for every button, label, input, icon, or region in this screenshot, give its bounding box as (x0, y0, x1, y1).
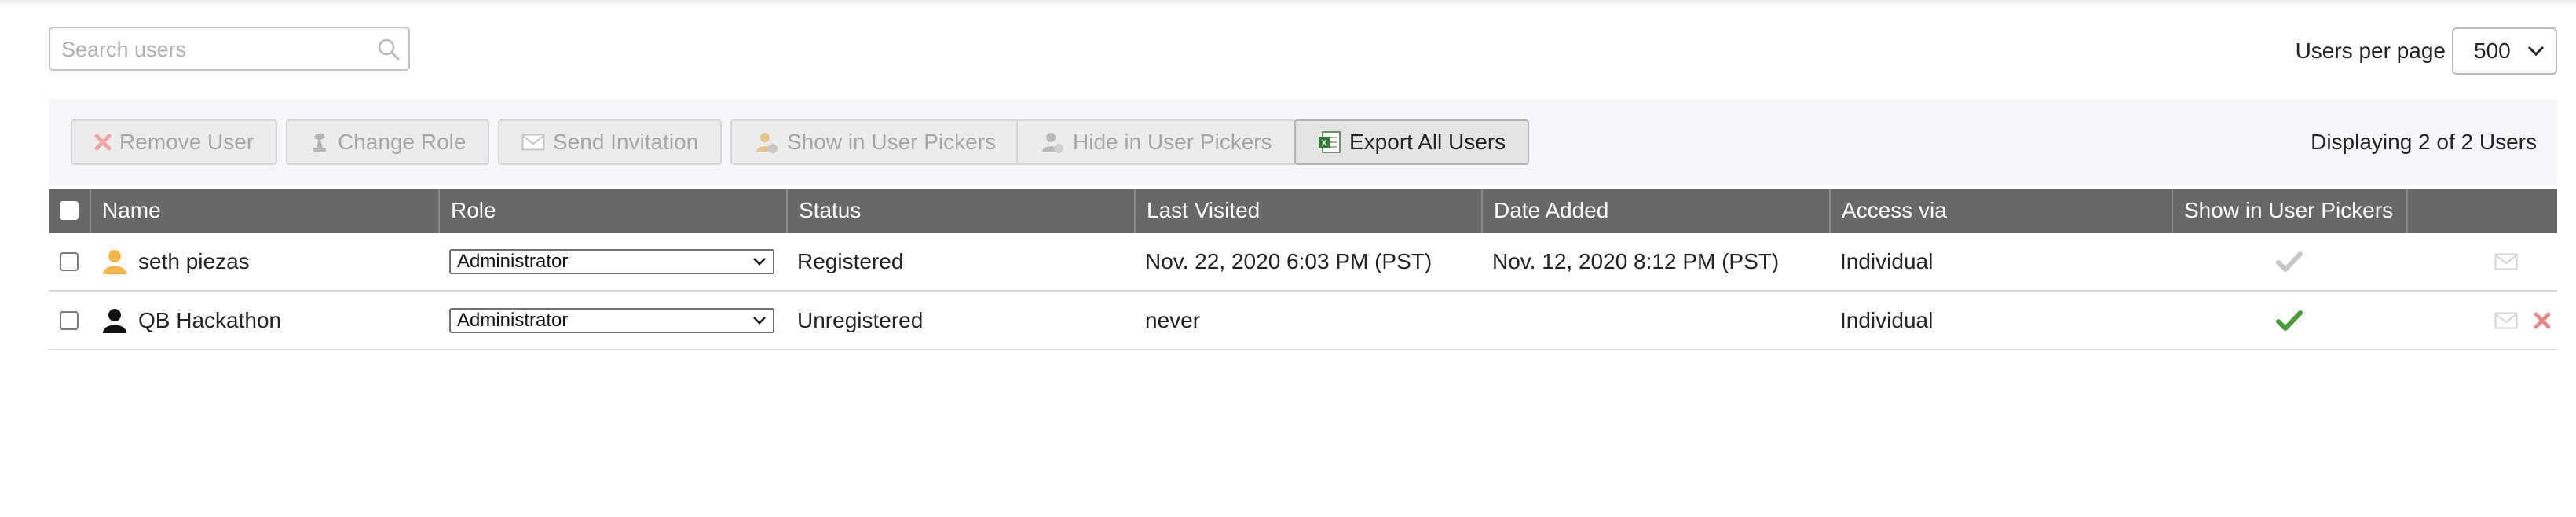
send-invitation-label: Send Invitation (553, 130, 699, 154)
actions-cell (2406, 292, 2557, 349)
search-icon[interactable] (377, 38, 401, 61)
chevron-down-icon (753, 316, 766, 324)
send-invitation-button[interactable]: Send Invitation (498, 119, 723, 165)
user-icon (103, 249, 126, 274)
remove-user-button[interactable]: Remove User (71, 119, 278, 165)
displaying-count: Displaying 2 of 2 Users (2311, 130, 2537, 154)
chess-piece-icon (313, 134, 326, 152)
actions-cell (2406, 233, 2557, 290)
remove-x-icon[interactable] (2534, 312, 2551, 329)
column-header-name[interactable]: Name (90, 189, 438, 233)
role-select[interactable]: Administrator (449, 248, 774, 274)
select-all-cell (49, 189, 90, 233)
access-via-cell: Individual (1840, 307, 1934, 332)
status-cell: Registered (797, 248, 904, 273)
table-row: seth piezas Administrator Registered Nov… (49, 233, 2557, 292)
access-via-cell: Individual (1840, 248, 1934, 273)
change-role-label: Change Role (338, 130, 467, 154)
show-in-pickers-cell (2172, 233, 2406, 290)
checkmark-icon[interactable] (2275, 310, 2303, 332)
export-all-users-button[interactable]: X Export All Users (1294, 119, 1530, 165)
name-cell: QB Hackathon (90, 292, 438, 349)
remove-x-icon (94, 134, 112, 151)
action-toolbar: Remove User Change Role Send Invitation … (49, 99, 2557, 185)
user-show-icon (756, 133, 778, 153)
column-header-actions (2406, 189, 2557, 233)
search-input[interactable] (61, 36, 375, 63)
last-visited-cell: never (1145, 307, 1201, 332)
role-value: Administrator (457, 250, 569, 272)
last-visited-cell: Nov. 22, 2020 6:03 PM (PST) (1145, 248, 1433, 273)
envelope-icon[interactable] (2494, 253, 2518, 270)
role-select[interactable]: Administrator (449, 307, 774, 333)
row-checkbox[interactable] (60, 310, 79, 330)
role-value: Administrator (457, 309, 569, 331)
users-per-page-value: 500 (2474, 38, 2511, 63)
top-shadow (0, 0, 2576, 6)
row-select-cell (49, 292, 90, 349)
users-per-page-select[interactable]: 500 (2452, 28, 2557, 75)
excel-icon: X (1319, 131, 1341, 153)
remove-user-label: Remove User (119, 130, 254, 154)
envelope-icon (521, 134, 545, 151)
show-in-user-pickers-button[interactable]: Show in User Pickers (730, 119, 1020, 165)
user-name[interactable]: seth piezas (138, 249, 250, 274)
user-hide-icon (1042, 133, 1063, 153)
hide-in-user-pickers-button[interactable]: Hide in User Pickers (1016, 119, 1296, 165)
checkmark-icon[interactable] (2275, 251, 2303, 273)
svg-text:X: X (1321, 139, 1327, 148)
role-cell: Administrator (438, 233, 786, 290)
table-row: QB Hackathon Administrator Unregistered … (49, 292, 2557, 350)
envelope-icon[interactable] (2494, 312, 2518, 329)
table-header: Name Role Status Last Visited Date Added… (49, 189, 2557, 233)
column-header-role[interactable]: Role (438, 189, 786, 233)
show-in-user-pickers-label: Show in User Pickers (787, 130, 997, 154)
users-table: Name Role Status Last Visited Date Added… (49, 189, 2557, 350)
export-all-users-label: Export All Users (1349, 130, 1506, 154)
show-in-pickers-cell (2172, 292, 2406, 349)
column-header-access-via[interactable]: Access via (1829, 189, 2172, 233)
search-box[interactable] (49, 27, 410, 71)
user-icon (103, 308, 126, 333)
chevron-down-icon (2527, 46, 2545, 57)
name-cell: seth piezas (90, 233, 438, 290)
status-cell: Unregistered (797, 307, 924, 332)
column-header-show-in-user-pickers[interactable]: Show in User Pickers (2172, 189, 2406, 233)
user-name[interactable]: QB Hackathon (138, 308, 281, 333)
users-per-page-label: Users per page (2295, 38, 2446, 63)
column-header-last-visited[interactable]: Last Visited (1134, 189, 1481, 233)
hide-in-user-pickers-label: Hide in User Pickers (1073, 130, 1272, 154)
users-per-page: Users per page 500 (2296, 27, 2557, 75)
role-cell: Administrator (438, 292, 786, 349)
chevron-down-icon (753, 257, 766, 266)
column-header-status[interactable]: Status (786, 189, 1134, 233)
date-added-cell: Nov. 12, 2020 8:12 PM (PST) (1492, 248, 1780, 273)
column-header-date-added[interactable]: Date Added (1481, 189, 1829, 233)
date-added-cell (1481, 292, 1829, 349)
row-select-cell (49, 233, 90, 290)
row-checkbox[interactable] (60, 251, 79, 271)
change-role-button[interactable]: Change Role (286, 119, 490, 165)
select-all-checkbox[interactable] (60, 201, 79, 220)
